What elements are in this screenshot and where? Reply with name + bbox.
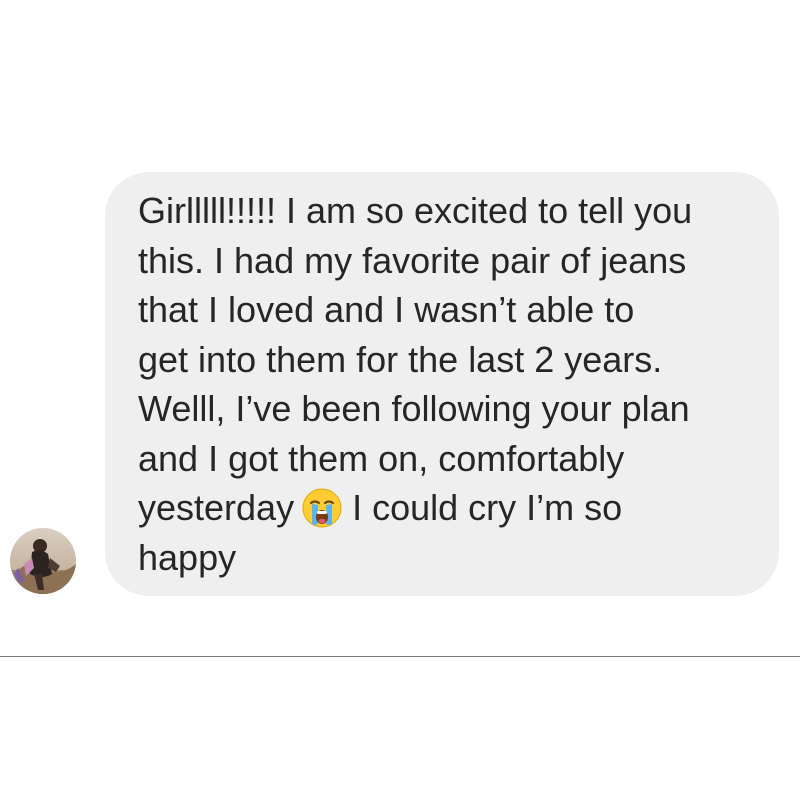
message-line: get into them for the last 2 years. xyxy=(138,338,663,380)
message-line-with-emoji: yesterday I could cry I’m so xyxy=(138,483,768,533)
message-line: happy xyxy=(138,536,237,578)
message-line: that I loved and I wasn’t able to xyxy=(138,289,635,330)
chat-thread: Girlllll!!!!! I am so excited to tell yo… xyxy=(0,0,800,800)
divider xyxy=(0,656,800,657)
message-fragment: I could cry I’m so xyxy=(352,487,623,528)
avatar-image xyxy=(10,528,76,594)
message-line: Girlllll!!!!! I am so excited to tell yo… xyxy=(138,190,693,231)
message-fragment: yesterday xyxy=(138,487,295,528)
loudly-crying-face-icon xyxy=(302,488,342,528)
message-line: this. I had my favorite pair of jeans xyxy=(138,239,687,281)
message-line: Welll, I’ve been following your plan xyxy=(138,388,690,429)
sender-avatar[interactable] xyxy=(10,528,76,594)
message-line: and I got them on, comfortably xyxy=(138,437,625,479)
message-text: Girlllll!!!!! I am so excited to tell yo… xyxy=(138,186,768,582)
